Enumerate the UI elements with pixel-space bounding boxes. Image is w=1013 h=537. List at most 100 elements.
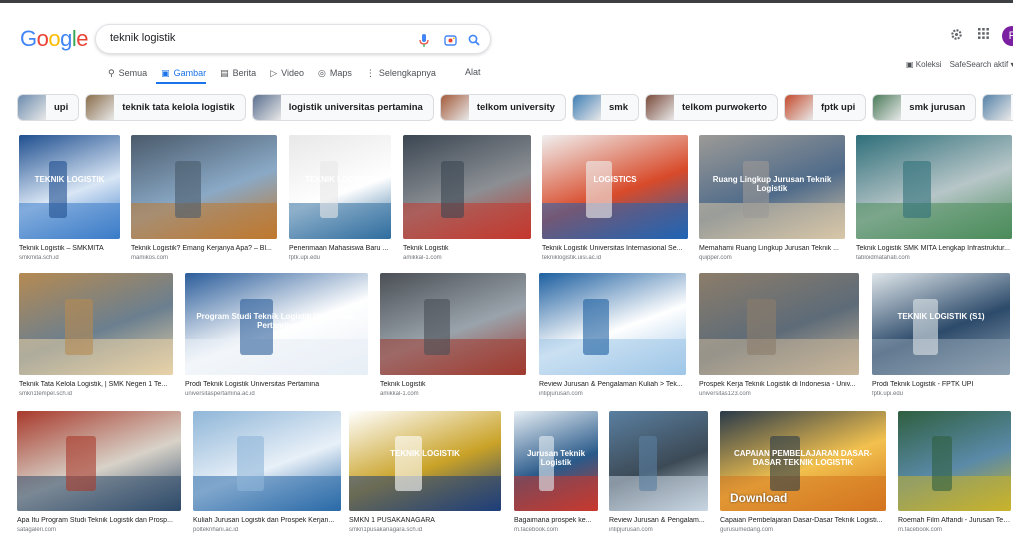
- result-source[interactable]: satagaleri.com: [17, 527, 181, 533]
- result-source[interactable]: tabloidmatahati.com: [856, 255, 1012, 261]
- result-title[interactable]: Kuliah Jurusan Logistik dan Prospek Kerj…: [193, 517, 341, 524]
- result-title[interactable]: Roemah Film Affandi - Jurusan Tek...: [898, 517, 1011, 524]
- thumbnail-shape: [193, 476, 341, 511]
- result-source[interactable]: smkn1tempel.sch.id: [19, 391, 173, 397]
- result-thumbnail[interactable]: [539, 273, 686, 375]
- result-source[interactable]: intipjurusan.com: [609, 527, 708, 533]
- result-thumbnail[interactable]: TEKNIK LOGISTIK: [289, 135, 391, 239]
- result-source[interactable]: universitas123.com: [699, 391, 859, 397]
- thumbnail-shape: [747, 299, 776, 355]
- result-thumbnail[interactable]: [699, 273, 859, 375]
- result-thumbnail[interactable]: TEKNIK LOGISTIK (S1): [872, 273, 1010, 375]
- result-source[interactable]: smkmita.sch.id: [19, 255, 120, 261]
- thumbnail-shape: [19, 339, 173, 375]
- thumbnail-shape: [932, 436, 952, 491]
- thumbnail-shape: [514, 476, 598, 511]
- result-thumbnail[interactable]: Jurusan Teknik Logistik: [514, 411, 598, 511]
- image-result[interactable]: LOGISTICS Teknik Logistik Universitas Int…: [542, 135, 688, 263]
- thumbnail-shape: [424, 299, 450, 355]
- image-result[interactable]: TEKNIK LOGISTIK Teknik Logistik – SMKMITA…: [19, 135, 120, 263]
- result-source[interactable]: fptk.upi.edu: [872, 391, 1010, 397]
- image-result[interactable]: Jurusan Teknik Logistik Bagaimana prospek…: [514, 411, 598, 535]
- result-title[interactable]: Teknik Logistik: [380, 381, 526, 388]
- image-result[interactable]: Teknik Logistik? Emang Kerjanya Apa? – B…: [131, 135, 277, 263]
- image-result[interactable]: Ruang Lingkup Jurusan Teknik Logistik Mem…: [699, 135, 845, 263]
- result-thumbnail[interactable]: [193, 411, 341, 511]
- image-result[interactable]: Kuliah Jurusan Logistik dan Prospek Kerj…: [193, 411, 341, 535]
- thumbnail-shape: [583, 299, 609, 355]
- result-thumbnail[interactable]: TEKNIK LOGISTIK: [349, 411, 501, 511]
- result-title[interactable]: Penerimaan Mahasiswa Baru ...: [289, 245, 391, 252]
- thumbnail-shape: [289, 202, 391, 239]
- result-title[interactable]: Review Jurusan & Pengalaman Kuliah > Tek…: [539, 381, 686, 388]
- image-result[interactable]: TEKNIK LOGISTIK SMKN 1 PUSAKANAGARA smkn1p…: [349, 411, 501, 535]
- result-title[interactable]: Prodi Teknik Logistik - FPTK UPI: [872, 381, 1010, 388]
- result-title[interactable]: Capaian Pembelajaran Dasar-Dasar Teknik …: [720, 517, 886, 524]
- thumbnail-text: Ruang Lingkup Jurusan Teknik Logistik: [712, 175, 832, 193]
- thumbnail-shape: [542, 202, 688, 239]
- result-source[interactable]: universitaspertamina.ac.id: [185, 391, 368, 397]
- result-thumbnail[interactable]: [898, 411, 1011, 511]
- thumbnail-shape: [699, 202, 845, 239]
- thumbnail-shape: [872, 339, 1010, 375]
- result-source[interactable]: amikkal-1.com: [403, 255, 531, 261]
- result-title[interactable]: Teknik Logistik? Emang Kerjanya Apa? – B…: [131, 245, 277, 252]
- result-thumbnail[interactable]: [856, 135, 1012, 239]
- result-source[interactable]: fptk.upi.edu: [289, 255, 391, 261]
- result-source[interactable]: m.facebook.com: [514, 527, 598, 533]
- image-result[interactable]: Program Studi Teknik Logistik Universita…: [185, 273, 368, 399]
- image-result[interactable]: Review Jurusan & Pengalaman Kuliah > Tek…: [539, 273, 686, 399]
- result-source[interactable]: smkn1pusakanagara.sch.id: [349, 527, 501, 533]
- result-source[interactable]: gurusumedang.com: [720, 527, 886, 533]
- result-thumbnail[interactable]: [609, 411, 708, 511]
- result-thumbnail[interactable]: [403, 135, 531, 239]
- thumbnail-shape: [441, 161, 464, 218]
- thumbnail-text: TEKNIK LOGISTIK: [305, 175, 375, 184]
- result-title[interactable]: Memahami Ruang Lingkup Jurusan Teknik ..…: [699, 245, 845, 252]
- image-result[interactable]: CAPAIAN PEMBELAJARAN DASAR-DASAR TEKNIK …: [720, 411, 886, 535]
- image-result[interactable]: Apa Itu Program Studi Teknik Logistik da…: [17, 411, 181, 535]
- result-thumbnail[interactable]: [17, 411, 181, 511]
- result-source[interactable]: polteknhani.ac.id: [193, 527, 341, 533]
- result-source[interactable]: intipjurusan.com: [539, 391, 686, 397]
- result-title[interactable]: Apa Itu Program Studi Teknik Logistik da…: [17, 517, 181, 524]
- result-title[interactable]: Teknik Logistik Universitas Internasiona…: [542, 245, 688, 252]
- result-title[interactable]: Review Jurusan & Pengalam...: [609, 517, 708, 524]
- image-result[interactable]: Roemah Film Affandi - Jurusan Tek... m.fa…: [898, 411, 1011, 535]
- result-title[interactable]: Teknik Logistik: [403, 245, 531, 252]
- result-title[interactable]: Prospek Kerja Teknik Logistik di Indones…: [699, 381, 859, 388]
- image-result[interactable]: Teknik Logistik amikkal-1.com: [403, 135, 531, 263]
- result-source[interactable]: tekniklogistik.uisi.ac.id: [542, 255, 688, 261]
- thumbnail-shape: [66, 436, 96, 491]
- result-thumbnail[interactable]: TEKNIK LOGISTIK: [19, 135, 120, 239]
- result-title[interactable]: SMKN 1 PUSAKANAGARA: [349, 517, 501, 524]
- result-thumbnail[interactable]: LOGISTICS: [542, 135, 688, 239]
- result-title[interactable]: Teknik Tata Kelola Logistik, | SMK Neger…: [19, 381, 173, 388]
- result-thumbnail[interactable]: [131, 135, 277, 239]
- image-result[interactable]: Teknik Tata Kelola Logistik, | SMK Neger…: [19, 273, 173, 399]
- result-title[interactable]: Prodi Teknik Logistik Universitas Pertam…: [185, 381, 368, 388]
- image-result[interactable]: TEKNIK LOGISTIK (S1) Prodi Teknik Logisti…: [872, 273, 1010, 399]
- thumbnail-shape: [639, 436, 657, 491]
- result-source[interactable]: mamikos.com: [131, 255, 277, 261]
- thumbnail-text: TEKNIK LOGISTIK: [390, 449, 460, 458]
- result-source[interactable]: quipper.com: [699, 255, 845, 261]
- image-result[interactable]: TEKNIK LOGISTIK Penerimaan Mahasiswa Baru…: [289, 135, 391, 263]
- thumbnail-text: LOGISTICS: [593, 175, 637, 184]
- result-thumbnail[interactable]: Program Studi Teknik Logistik Universita…: [185, 273, 368, 375]
- result-source[interactable]: amikkal-1.com: [380, 391, 526, 397]
- result-thumbnail[interactable]: [380, 273, 526, 375]
- thumbnail-shape: [699, 339, 859, 375]
- image-result[interactable]: Prospek Kerja Teknik Logistik di Indones…: [699, 273, 859, 399]
- image-result[interactable]: Teknik Logistik SMK MITA Lengkap Infrast…: [856, 135, 1012, 263]
- result-title[interactable]: Teknik Logistik SMK MITA Lengkap Infrast…: [856, 245, 1012, 252]
- result-title[interactable]: Bagaimana prospek ke...: [514, 517, 598, 524]
- result-title[interactable]: Teknik Logistik – SMKMITA: [19, 245, 120, 252]
- image-result[interactable]: Review Jurusan & Pengalam... intipjurusan…: [609, 411, 708, 535]
- result-thumbnail[interactable]: Ruang Lingkup Jurusan Teknik Logistik: [699, 135, 845, 239]
- image-result[interactable]: Teknik Logistik amikkal-1.com: [380, 273, 526, 399]
- result-thumbnail[interactable]: [19, 273, 173, 375]
- thumbnail-shape: [19, 202, 120, 239]
- result-source[interactable]: m.facebook.com: [898, 527, 1011, 533]
- result-thumbnail[interactable]: CAPAIAN PEMBELAJARAN DASAR-DASAR TEKNIK …: [720, 411, 886, 511]
